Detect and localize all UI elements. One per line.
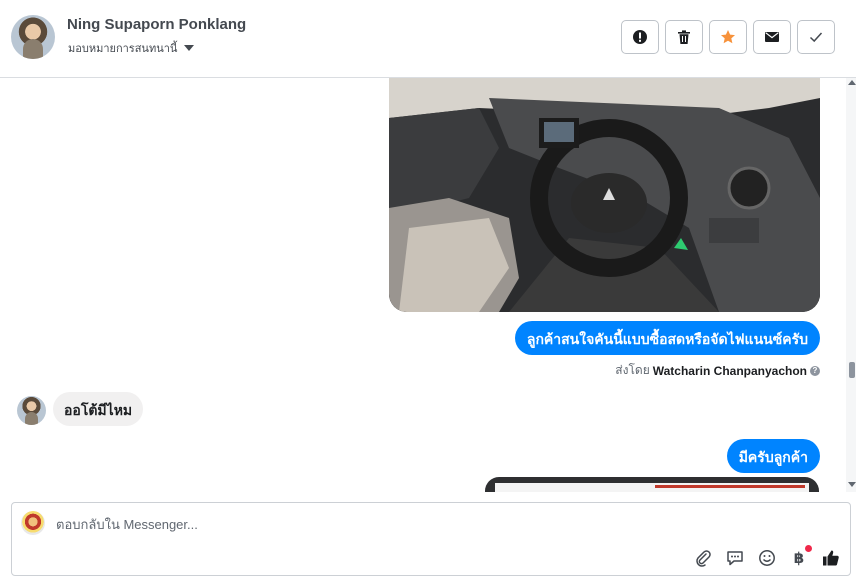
composer-tools: ฿: [694, 545, 840, 567]
scroll-down-arrow-icon[interactable]: [848, 482, 856, 487]
assign-label: มอบหมายการสนทนานี้: [68, 43, 178, 55]
checkmark-icon: [809, 32, 823, 43]
speech-bubble-icon: [727, 551, 743, 566]
scrollbar-track[interactable]: [846, 78, 856, 492]
sent-by-label: ส่งโดย Watcharin Chanpanyachon ?: [615, 361, 820, 380]
contact-name[interactable]: Ning Supaporn Ponklang: [67, 16, 246, 33]
scrollbar-thumb[interactable]: [849, 362, 855, 378]
message-thread[interactable]: ลูกค้าสนใจคันนี้แบบซื้อสดหรือจัดไฟแนนซ์ค…: [0, 78, 846, 492]
delete-button[interactable]: [665, 20, 703, 54]
caret-down-icon: [184, 45, 195, 51]
paperclip-icon: [696, 550, 711, 567]
page-avatar: [21, 511, 45, 535]
contact-avatar-small[interactable]: [17, 396, 46, 425]
conversation-header: Ning Supaporn Ponklang มอบหมายการสนทนานี…: [0, 0, 856, 78]
star-icon: [721, 30, 735, 44]
thumbs-up-icon: [823, 550, 839, 566]
outgoing-message[interactable]: ลูกค้าสนใจคันนี้แบบซื้อสดหรือจัดไฟแนนซ์ค…: [514, 321, 820, 355]
assign-conversation-dropdown[interactable]: มอบหมายการสนทนานี้: [68, 39, 195, 57]
mark-unread-button[interactable]: [753, 20, 791, 54]
attach-button[interactable]: [694, 549, 712, 567]
trash-icon: [678, 30, 690, 44]
exclamation-circle-icon: [633, 30, 647, 44]
photo-red-stripe: [655, 485, 805, 488]
emoji-button[interactable]: [758, 549, 776, 567]
reply-composer: ฿: [11, 502, 851, 576]
saved-replies-button[interactable]: [726, 549, 744, 567]
question-mark-icon[interactable]: ?: [810, 365, 820, 376]
smiley-icon: [759, 550, 775, 566]
header-actions: [621, 20, 835, 54]
car-interior-image: [389, 78, 820, 312]
notification-dot: [805, 545, 812, 552]
scroll-up-arrow-icon[interactable]: [848, 80, 856, 85]
mark-spam-button[interactable]: [621, 20, 659, 54]
car-interior-photo[interactable]: [389, 78, 820, 312]
payment-button[interactable]: ฿: [790, 545, 812, 567]
sender-name[interactable]: Watcharin Chanpanyachon: [653, 364, 807, 378]
sent-by-prefix: ส่งโดย: [615, 363, 650, 377]
contact-avatar[interactable]: [11, 15, 55, 59]
baht-icon: ฿: [793, 550, 805, 567]
star-button[interactable]: [709, 20, 747, 54]
incoming-message[interactable]: ออโต้มีไหม: [53, 392, 144, 426]
partial-photo[interactable]: [485, 477, 819, 492]
mark-done-button[interactable]: [797, 20, 835, 54]
outgoing-message[interactable]: มีครับลูกค้า: [726, 439, 820, 473]
reply-input[interactable]: [56, 517, 656, 532]
envelope-icon: [765, 32, 779, 42]
like-button[interactable]: [822, 549, 840, 567]
